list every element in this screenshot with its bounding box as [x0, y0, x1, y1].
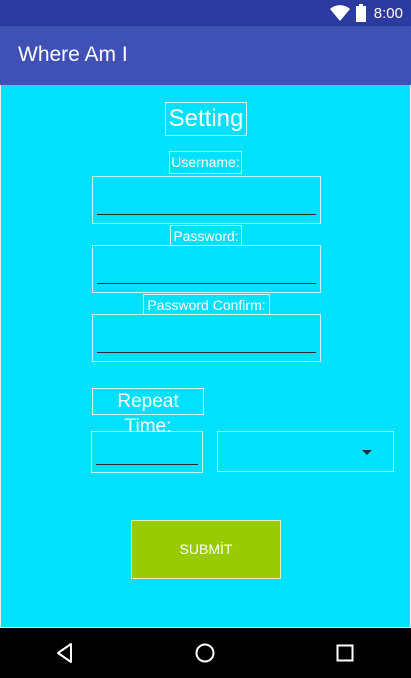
dropdown-arrow-icon — [362, 450, 372, 455]
app-bar: Where Am I — [0, 26, 411, 85]
page-title: Setting — [165, 102, 247, 136]
status-bar: 8:00 — [0, 0, 411, 26]
repeat-time-field[interactable] — [91, 431, 203, 473]
status-time: 8:00 — [373, 4, 403, 22]
wifi-icon — [329, 5, 350, 21]
submit-button[interactable]: SUBMİT — [131, 520, 281, 579]
repeat-time-input[interactable] — [96, 436, 198, 462]
username-input[interactable] — [97, 181, 316, 213]
username-label: Username: — [169, 151, 242, 174]
password-confirm-label: Password Confirm: — [143, 294, 270, 315]
password-input[interactable] — [97, 250, 316, 282]
home-icon[interactable] — [193, 641, 217, 665]
repeat-time-label: Repeat Time: — [92, 388, 204, 437]
username-field[interactable] — [92, 176, 321, 224]
settings-form: Setting Username: Password: Password Con… — [0, 85, 411, 628]
app-title: Where Am I — [18, 43, 128, 66]
username-underline — [97, 214, 316, 215]
repeat-unit-dropdown[interactable] — [217, 431, 394, 472]
password-confirm-field[interactable] — [92, 314, 321, 362]
password-underline — [97, 283, 316, 284]
back-icon[interactable] — [53, 641, 77, 665]
recents-icon[interactable] — [333, 641, 357, 665]
password-confirm-underline — [97, 352, 316, 353]
password-field[interactable] — [92, 245, 321, 293]
repeat-time-underline — [96, 464, 198, 465]
battery-icon — [355, 4, 366, 22]
navigation-bar — [0, 628, 411, 678]
password-confirm-input[interactable] — [97, 319, 316, 351]
status-icons: 8:00 — [329, 0, 411, 26]
password-label: Password: — [170, 225, 242, 246]
